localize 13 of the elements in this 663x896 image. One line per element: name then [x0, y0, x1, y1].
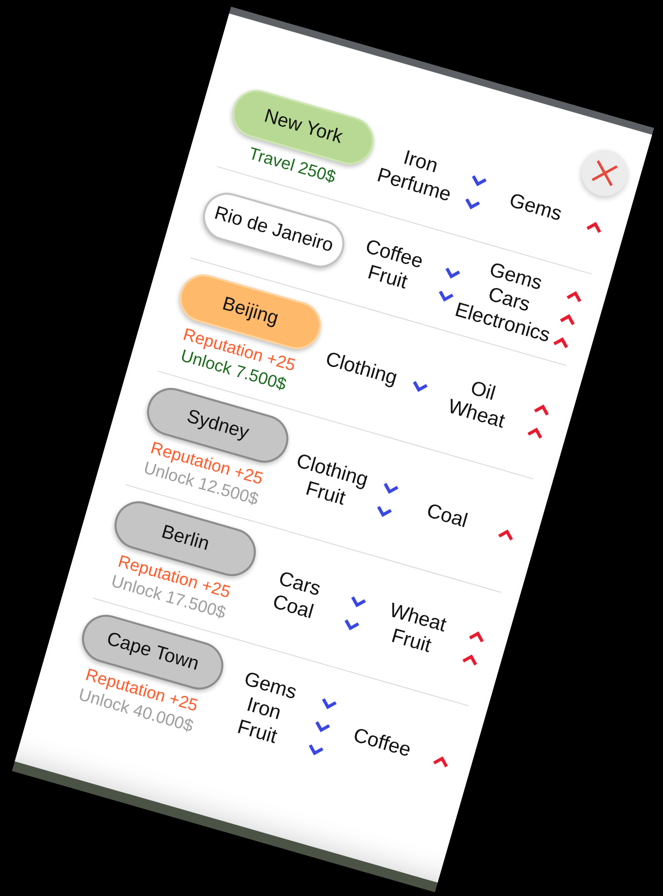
up-chevron-icon: [526, 424, 544, 440]
commodity-name: Coal: [424, 498, 470, 532]
commodity-name: Coffee: [350, 722, 414, 762]
down-chevron-icon: [442, 265, 461, 280]
down-chevron-icon: [469, 172, 488, 188]
up-chevron-icon: [532, 402, 551, 417]
close-icon: [590, 159, 618, 186]
down-chevron-icon: [342, 617, 360, 632]
down-chevron-icon: [374, 504, 392, 519]
commodity-name: Oil: [468, 375, 498, 404]
up-chevron-icon: [496, 526, 515, 542]
up-chevron-icon: [460, 652, 480, 666]
commodity-name: Gems: [506, 188, 564, 226]
